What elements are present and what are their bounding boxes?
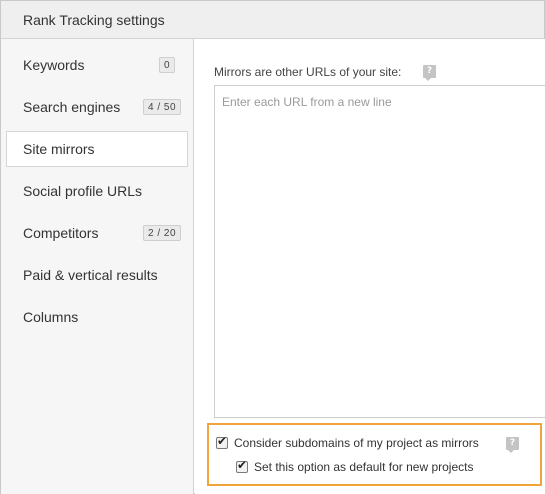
sidebar-item-paid-vertical-results[interactable]: Paid & vertical results (1, 257, 194, 293)
site-mirrors-panel: Mirrors are other URLs of your site: ? ✔… (195, 39, 545, 494)
sidebar-item-label: Site mirrors (23, 141, 95, 157)
question-mark-help-icon[interactable]: ? (423, 65, 436, 81)
sidebar-item-label: Social profile URLs (23, 183, 143, 199)
sidebar-item-site-mirrors[interactable]: Site mirrors (6, 131, 188, 167)
subdomain-options-box: ✔ Consider subdomains of my project as m… (207, 423, 542, 486)
default-for-new-projects-checkbox[interactable]: ✔ (236, 458, 248, 473)
mirrors-label: Mirrors are other URLs of your site: (214, 65, 402, 79)
question-mark-help-icon[interactable]: ? (506, 437, 519, 453)
sidebar-item-competitors[interactable]: Competitors 2 / 20 (1, 215, 194, 251)
count-badge: 2 / 20 (143, 225, 182, 241)
sidebar-item-label: Competitors (23, 225, 99, 241)
count-badge: 4 / 50 (143, 99, 182, 115)
mirror-urls-textarea[interactable] (214, 85, 545, 418)
check-icon: ✔ (217, 434, 228, 448)
sidebar-item-social-profile-urls[interactable]: Social profile URLs (1, 173, 194, 209)
sidebar-item-label: Paid & vertical results (23, 267, 158, 283)
sidebar-item-label: Keywords (23, 57, 85, 73)
default-for-new-projects-option[interactable]: ✔ Set this option as default for new pro… (236, 458, 526, 476)
settings-sidebar: Keywords 0 Search engines 4 / 50 Site mi… (1, 39, 194, 494)
settings-window: Rank Tracking settings Keywords 0 Search… (0, 0, 545, 494)
count-badge: 0 (159, 57, 176, 73)
window-title: Rank Tracking settings (23, 12, 165, 28)
sidebar-item-label: Search engines (23, 99, 121, 115)
sidebar-item-search-engines[interactable]: Search engines 4 / 50 (1, 89, 194, 125)
subdomains-option-label: Consider subdomains of my project as mir… (234, 436, 479, 450)
default-option-label: Set this option as default for new proje… (254, 460, 474, 474)
subdomains-as-mirrors-option[interactable]: ✔ Consider subdomains of my project as m… (216, 434, 536, 453)
subdomains-checkbox[interactable]: ✔ (216, 434, 228, 449)
check-icon: ✔ (237, 458, 248, 472)
sidebar-item-columns[interactable]: Columns (1, 299, 194, 335)
sidebar-item-label: Columns (23, 309, 79, 325)
title-bar: Rank Tracking settings (1, 1, 544, 39)
sidebar-item-keywords[interactable]: Keywords 0 (1, 47, 194, 83)
